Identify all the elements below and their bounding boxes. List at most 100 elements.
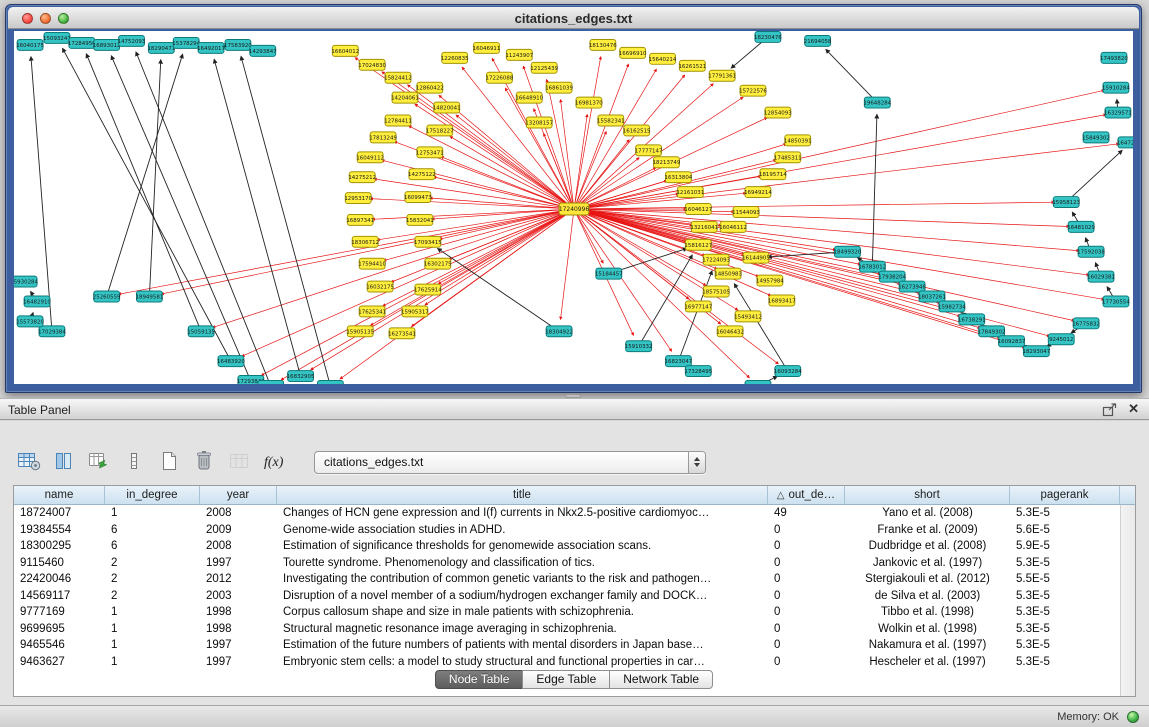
delete-table-button[interactable] — [226, 449, 252, 475]
graph-node[interactable]: 14275212 — [348, 172, 376, 183]
table-row[interactable]: 2242004622012Investigating the contribut… — [14, 571, 1120, 588]
graph-node[interactable]: 16046432 — [716, 326, 744, 337]
graph-node[interactable]: 14957984 — [756, 275, 784, 286]
graph-node[interactable]: 15093241 — [43, 32, 71, 43]
graph-node[interactable]: 14275122 — [408, 169, 436, 180]
graph-node[interactable]: 18290471 — [147, 42, 175, 53]
graph-node[interactable]: 16696910 — [619, 47, 647, 58]
graph-node[interactable]: 16032175 — [366, 281, 394, 292]
graph-node[interactable]: 12854093 — [764, 107, 792, 118]
graph-node[interactable]: 15816127 — [684, 239, 712, 250]
graph-node[interactable]: 16949214 — [744, 187, 772, 198]
graph-node[interactable]: 17592038 — [1077, 246, 1105, 257]
graph-node[interactable]: 15824412 — [384, 72, 412, 83]
graph-node[interactable]: 14850391 — [784, 135, 812, 146]
table-row[interactable]: 969969511998Structural magnetic resonanc… — [14, 621, 1120, 638]
graph-node[interactable]: 17625914 — [414, 284, 442, 295]
graph-node[interactable]: 16029381 — [1087, 271, 1115, 282]
graph-node[interactable]: 15573820 — [16, 316, 44, 327]
graph-node[interactable]: 16604012 — [331, 45, 359, 56]
row-height-button[interactable] — [121, 449, 147, 475]
delete-column-button[interactable] — [191, 449, 217, 475]
graph-node[interactable]: 16481029 — [1067, 221, 1095, 232]
graph-node[interactable]: 9245012 — [1048, 334, 1074, 345]
graph-node[interactable]: 15930284 — [14, 276, 39, 287]
function-builder-button[interactable]: f(x) — [261, 449, 287, 475]
tab-node-table[interactable]: Node Table — [435, 670, 524, 689]
graph-node[interactable]: 15059135 — [187, 326, 215, 337]
column-header-title[interactable]: title — [277, 486, 768, 504]
table-row[interactable]: 1938455462009Genome-wide association stu… — [14, 522, 1120, 539]
graph-node[interactable]: 15910332 — [625, 341, 653, 352]
graph-node[interactable]: 14850983 — [714, 268, 742, 279]
float-panel-button[interactable] — [1102, 403, 1117, 417]
graph-node[interactable]: 14293847 — [249, 45, 277, 56]
graph-node[interactable]: 16482910 — [23, 296, 51, 307]
graph-node[interactable]: 16823047 — [665, 356, 693, 367]
table-row[interactable]: 946362711997Embryonic stem cells: a mode… — [14, 654, 1120, 671]
graph-node[interactable]: 17224093 — [702, 254, 730, 265]
graph-node[interactable]: 17849302 — [978, 326, 1006, 337]
graph-node[interactable]: 15184457 — [595, 268, 623, 279]
column-header-year[interactable]: year — [200, 486, 277, 504]
graph-node[interactable]: 16099473 — [404, 192, 432, 203]
table-row[interactable]: 1872400712008Changes of HCN gene express… — [14, 505, 1120, 522]
graph-node[interactable]: 16492017 — [197, 42, 225, 53]
graph-node[interactable]: 16483920 — [217, 356, 245, 367]
graph-node[interactable]: 16049112 — [356, 152, 384, 163]
graph-node[interactable]: 16648910 — [515, 92, 543, 103]
graph-node[interactable]: 17485311 — [774, 152, 802, 163]
graph-node[interactable]: 16144905 — [742, 252, 770, 263]
graph-node[interactable]: 16162515 — [623, 125, 651, 136]
graph-node[interactable]: 19648284 — [863, 97, 891, 108]
graph-node[interactable]: 17024830 — [358, 59, 386, 70]
graph-node[interactable]: 16302175 — [424, 258, 452, 269]
graph-node[interactable]: 17791361 — [708, 70, 736, 81]
table-row[interactable]: 946554611997Estimation of the future num… — [14, 637, 1120, 654]
graph-node[interactable]: 16738291 — [958, 314, 986, 325]
graph-node[interactable]: 14752093 — [118, 35, 146, 46]
graph-node[interactable]: 16040175 — [16, 39, 44, 50]
graph-node[interactable]: 15493412 — [734, 311, 762, 322]
graph-node[interactable]: 18130476 — [589, 39, 617, 50]
table-row[interactable]: 1830029562008Estimation of significance … — [14, 538, 1120, 555]
column-header-short[interactable]: short — [845, 486, 1010, 504]
graph-node[interactable]: 17226088 — [486, 72, 514, 83]
table-mode-button[interactable] — [16, 449, 42, 475]
graph-node[interactable]: 14204061 — [391, 92, 419, 103]
graph-node[interactable]: 16893417 — [768, 295, 796, 306]
table-selector-combobox[interactable]: citations_edges.txt — [314, 451, 706, 474]
graph-node[interactable]: 15722576 — [739, 85, 767, 96]
network-canvas[interactable]: 17240996 16604012 17024830 15824412 14204061… — [14, 31, 1133, 384]
graph-node[interactable]: 11243907 — [505, 49, 533, 60]
graph-node[interactable]: 17493820 — [1100, 52, 1128, 63]
graph-node[interactable]: 16093284 — [774, 366, 802, 377]
table-row[interactable]: 911546021997Tourette syndrome. Phenomeno… — [14, 555, 1120, 572]
graph-node[interactable]: 12784411 — [384, 115, 412, 126]
graph-node[interactable]: 13208157 — [525, 117, 553, 128]
graph-node[interactable]: 15958123 — [1052, 197, 1080, 208]
graph-node[interactable]: 18293047 — [1022, 346, 1050, 357]
graph-node[interactable]: 12953170 — [344, 193, 372, 204]
graph-node[interactable]: 13216041 — [690, 221, 718, 232]
graph-hub-node[interactable]: 17240996 — [559, 203, 590, 215]
graph-node[interactable]: 15905135 — [346, 326, 374, 337]
graph-node[interactable]: 18949581 — [136, 291, 164, 302]
table-vertical-scrollbar[interactable] — [1120, 505, 1135, 696]
graph-node[interactable]: 17777147 — [635, 145, 663, 156]
graph-node[interactable]: 16472937 — [1117, 137, 1133, 148]
graph-node[interactable]: 16046911 — [473, 42, 501, 53]
graph-node[interactable]: 18037261 — [918, 291, 946, 302]
graph-node[interactable]: 16092837 — [998, 336, 1026, 347]
graph-node[interactable]: 18195714 — [759, 169, 787, 180]
graph-node[interactable]: 17492038 — [316, 381, 344, 384]
graph-node[interactable]: 16981370 — [575, 97, 603, 108]
column-header-pagerank[interactable]: pagerank — [1010, 486, 1120, 504]
graph-node[interactable]: 18499320 — [834, 246, 862, 257]
graph-node[interactable]: 12860422 — [416, 82, 444, 93]
tab-network-table[interactable]: Network Table — [609, 670, 713, 689]
graph-node[interactable]: 16783012 — [858, 261, 886, 272]
column-header-in_degree[interactable]: in_degree — [105, 486, 200, 504]
graph-node[interactable]: 16046127 — [684, 204, 712, 215]
table-row[interactable]: 1456911722003Disruption of a novel membe… — [14, 588, 1120, 605]
